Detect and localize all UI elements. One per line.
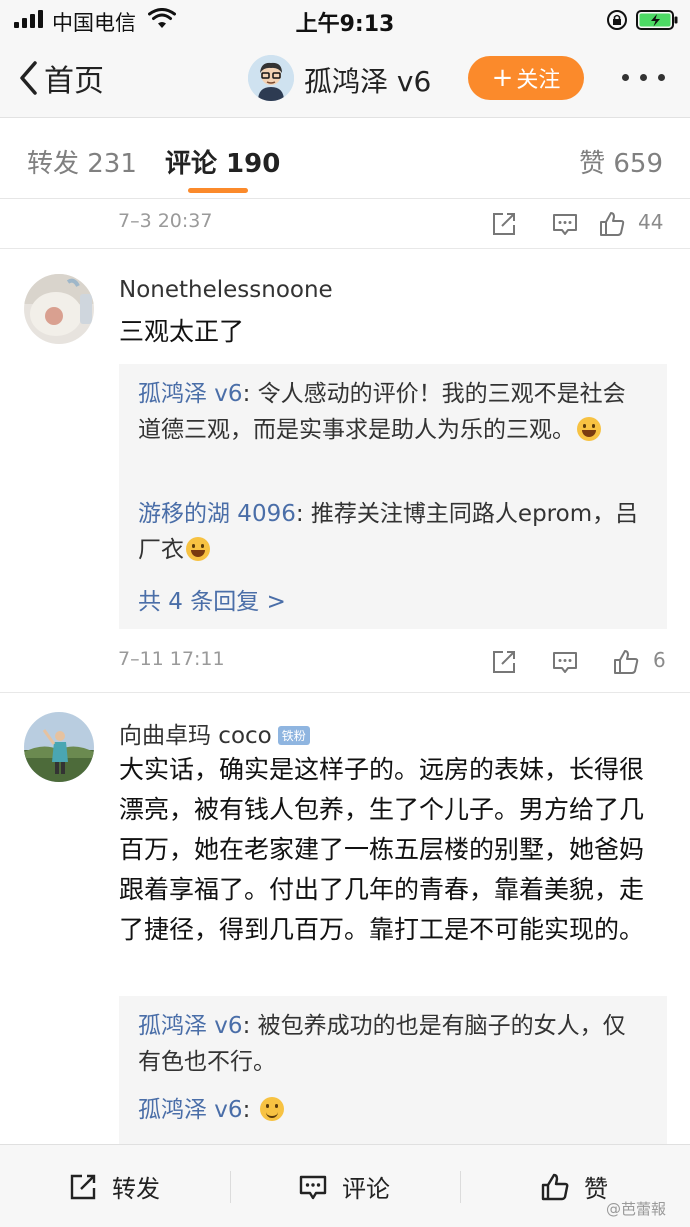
reply-author[interactable]: 孤鸿泽 v6	[138, 1097, 243, 1123]
reply-item: 孤鸿泽 v6: 令人感动的评价！我的三观不是社会道德三观，而是实事求是助人为乐的…	[138, 376, 643, 448]
tab-like[interactable]: 赞 659	[579, 143, 663, 180]
watermark: @芭蕾報	[606, 1200, 667, 1218]
comment-label: 评论	[342, 1175, 390, 1203]
comment-icon	[299, 1175, 327, 1199]
commenter-name[interactable]: Nonethelessnoone	[119, 277, 333, 303]
chevron-left-icon	[20, 61, 37, 95]
orientation-lock-icon	[607, 10, 627, 30]
reply-item: 孤鸿泽 v6:	[138, 1092, 643, 1128]
comment-divider	[0, 692, 690, 693]
comment-meta-row: 7–11 17:11 6	[0, 638, 690, 686]
follow-button[interactable]: + 关注	[468, 56, 584, 100]
back-button[interactable]: 首页	[18, 58, 104, 99]
commenter-avatar[interactable]	[24, 274, 94, 344]
tabs-bar: 转发 231 评论 190 赞 659	[0, 119, 690, 199]
plus-icon: +	[491, 63, 514, 93]
commenter-avatar[interactable]	[24, 712, 94, 782]
more-replies-link[interactable]: 共 4 条回复 >	[138, 582, 286, 616]
tab-active-indicator	[188, 188, 248, 193]
battery-icon	[636, 10, 678, 30]
comment-meta-row: 7–3 20:37 44	[0, 200, 690, 248]
share-icon[interactable]	[490, 210, 518, 238]
comment-text: 三观太正了	[119, 317, 245, 346]
commenter-name[interactable]: 向曲卓玛 coco 铁粉	[119, 716, 310, 750]
toolbar-divider	[460, 1171, 461, 1203]
follow-label: 关注	[516, 68, 561, 93]
bottom-toolbar: 转发 评论 赞	[0, 1144, 690, 1227]
like-icon[interactable]	[598, 210, 626, 238]
reply-item: 孤鸿泽 v6: 被包养成功的也是有脑子的女人，仅有色也不行。	[138, 1008, 643, 1080]
like-icon	[541, 1173, 569, 1200]
share-icon	[70, 1174, 96, 1199]
tab-repost[interactable]: 转发 231	[27, 143, 137, 180]
reply-text: :	[242, 1097, 258, 1123]
share-icon[interactable]	[490, 648, 518, 676]
comment-button[interactable]: 评论	[298, 1145, 390, 1227]
reply-box[interactable]: 孤鸿泽 v6: 令人感动的评价！我的三观不是社会道德三观，而是实事求是助人为乐的…	[119, 364, 667, 629]
reply-author[interactable]: 游移的湖 4096	[138, 501, 296, 527]
comment-divider	[0, 248, 690, 249]
commenter-name-text: 向曲卓玛 coco	[119, 723, 272, 749]
status-bar: 中国电信 上午9:13	[0, 0, 690, 40]
author-avatar[interactable]	[248, 55, 294, 101]
laugh-emoji-icon	[186, 537, 210, 561]
reply-item: 游移的湖 4096: 推荐关注博主同路人eprom，吕厂衣	[138, 496, 643, 568]
comment-time: 7–11 17:11	[118, 648, 225, 670]
reply-author[interactable]: 孤鸿泽 v6	[138, 1013, 243, 1039]
comment-time: 7–3 20:37	[118, 210, 213, 232]
tab-comment[interactable]: 评论 190	[165, 143, 280, 180]
comment-icon[interactable]	[551, 648, 579, 676]
repost-button[interactable]: 转发	[68, 1145, 160, 1227]
like-icon[interactable]	[612, 648, 640, 676]
laugh-emoji-icon	[577, 417, 601, 441]
more-options-icon[interactable]	[622, 74, 666, 82]
nav-bar: 首页 孤鸿泽 v6 + 关注	[0, 40, 690, 118]
like-label: 赞	[584, 1175, 608, 1203]
comment-text: 大实话，确实是这样子的。远房的表妹，长得很漂亮，被有钱人包养，生了个儿子。男方给…	[119, 755, 645, 944]
smile-emoji-icon	[259, 1097, 284, 1121]
nav-title: 孤鸿泽 v6	[304, 65, 432, 98]
like-count: 44	[638, 210, 664, 234]
comment-icon[interactable]	[551, 210, 579, 238]
clock: 上午9:13	[295, 12, 395, 37]
repost-label: 转发	[112, 1175, 160, 1203]
like-button[interactable]: 赞	[540, 1145, 608, 1227]
reply-box[interactable]: 孤鸿泽 v6: 被包养成功的也是有脑子的女人，仅有色也不行。 孤鸿泽 v6:	[119, 996, 667, 1144]
reply-author[interactable]: 孤鸿泽 v6	[138, 381, 243, 407]
back-label: 首页	[44, 64, 104, 99]
toolbar-divider	[230, 1171, 231, 1203]
fan-badge: 铁粉	[277, 726, 310, 745]
like-count: 6	[653, 648, 666, 672]
